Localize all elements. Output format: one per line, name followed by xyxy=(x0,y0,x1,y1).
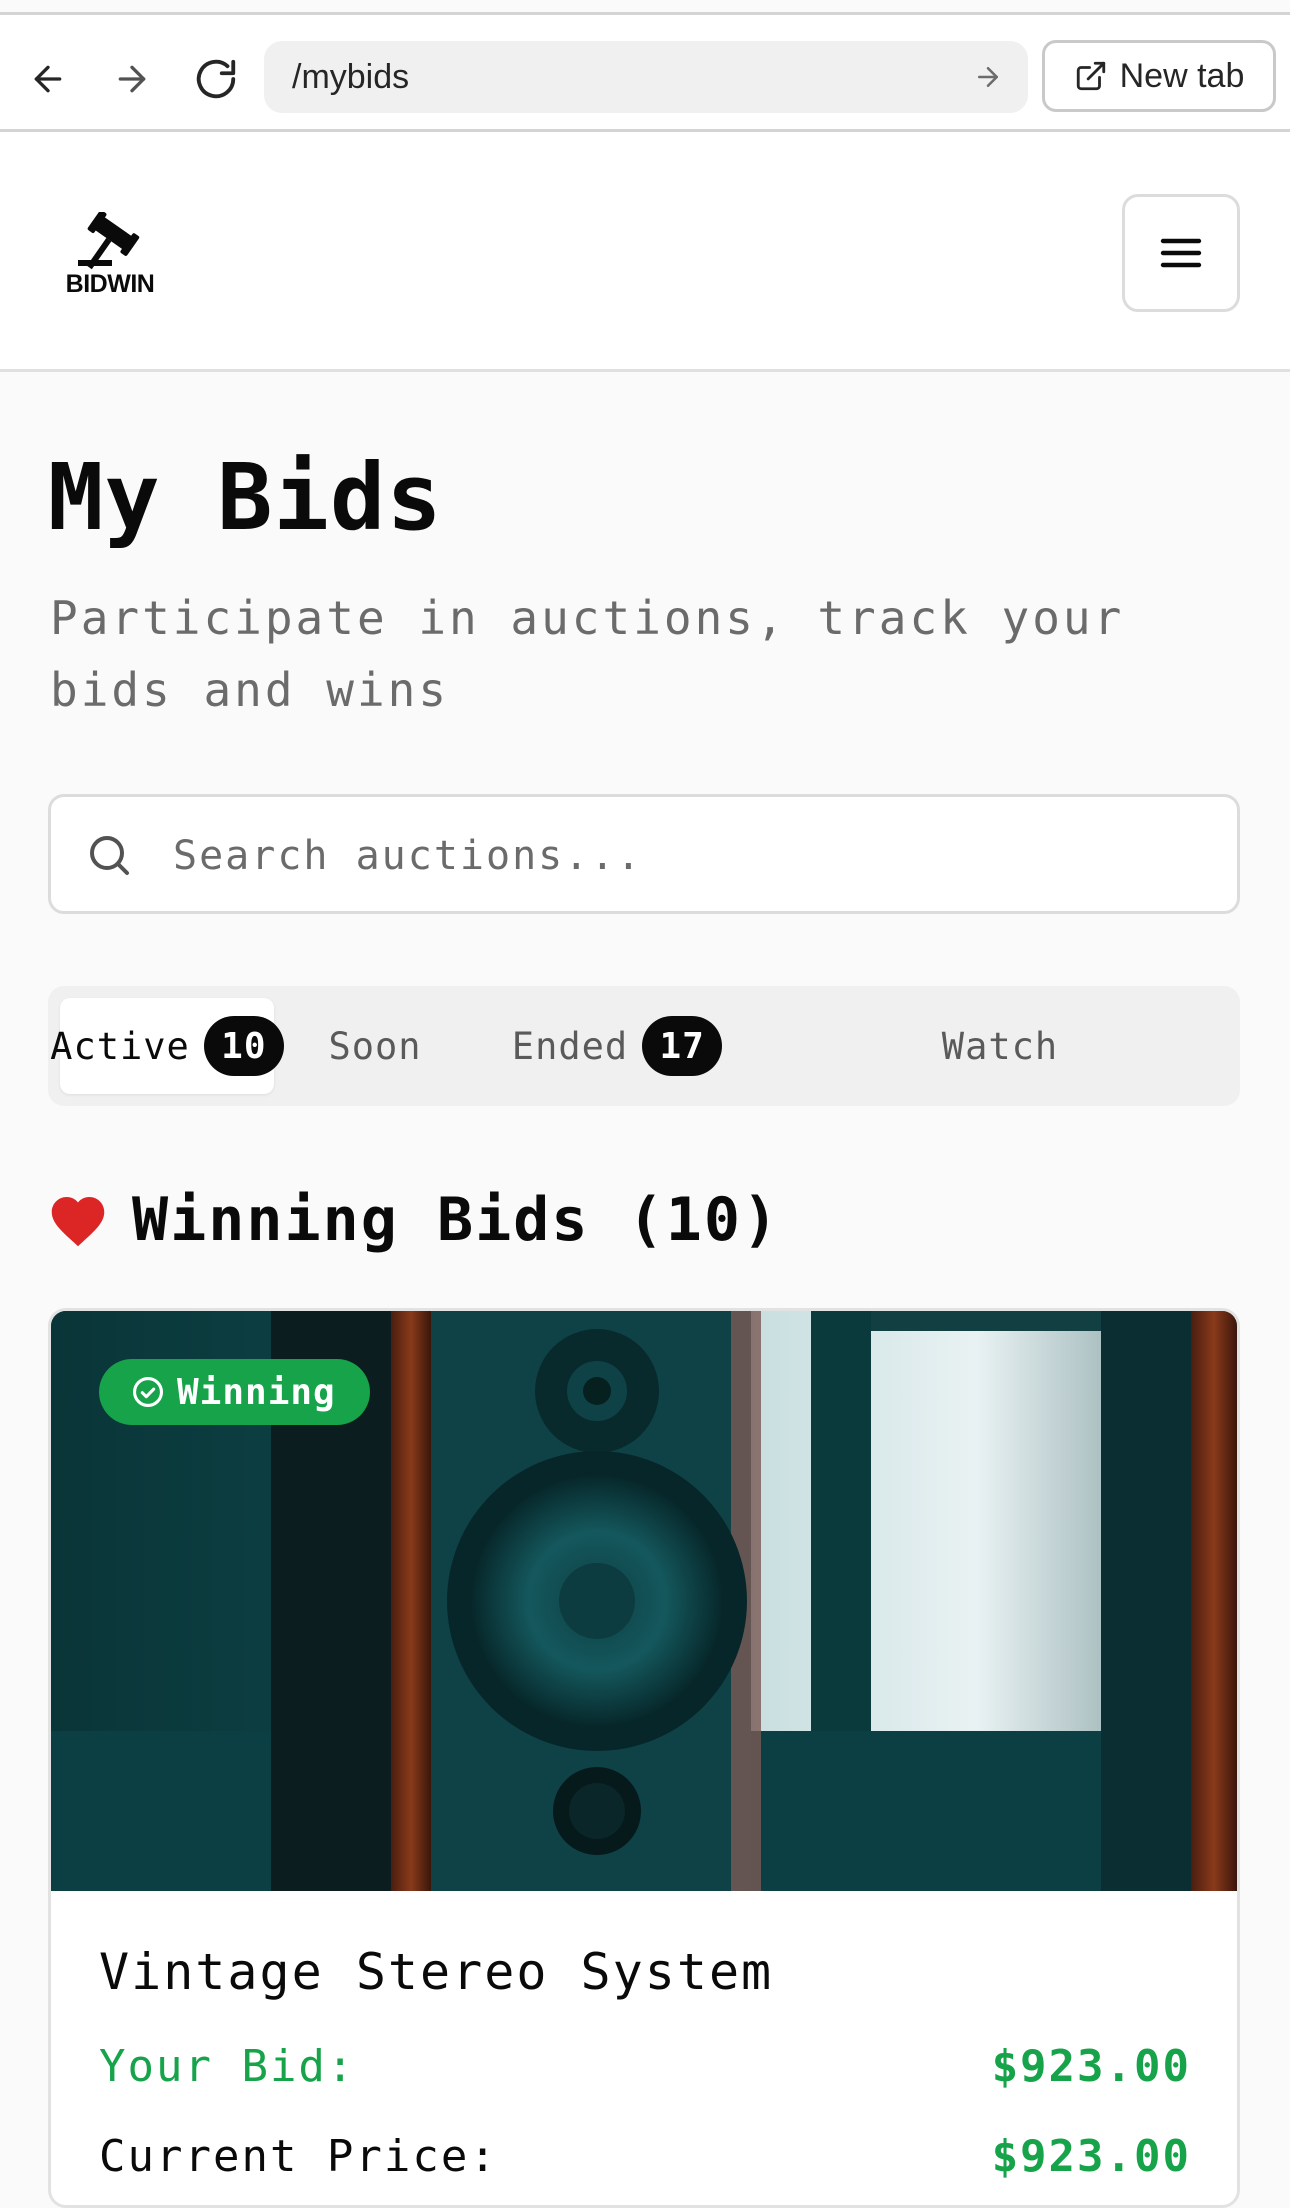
your-bid-label: Your Bid: xyxy=(99,2041,356,2092)
search-input[interactable] xyxy=(171,817,1195,895)
menu-button[interactable] xyxy=(1122,194,1240,312)
search-box xyxy=(48,794,1240,914)
your-bid-row: Your Bid: $923.00 xyxy=(99,2041,1191,2092)
arrow-left-icon xyxy=(34,65,62,93)
tab-active[interactable]: Active 10 xyxy=(50,998,284,1094)
go-button[interactable] xyxy=(968,57,1008,97)
arrow-right-icon xyxy=(978,67,998,87)
site-header: BIDWIN xyxy=(0,132,1290,372)
tab-ended[interactable]: Ended 17 xyxy=(476,998,758,1094)
search-icon xyxy=(90,836,129,875)
new-tab-label: New tab xyxy=(1119,56,1245,95)
check-circle-icon xyxy=(132,1376,164,1408)
auction-title[interactable]: Vintage Stereo System xyxy=(99,1943,773,2001)
current-price-label: Current Price: xyxy=(99,2131,498,2182)
tab-label: Active xyxy=(50,1024,190,1068)
current-price-row: Current Price: $923.00 xyxy=(99,2131,1191,2182)
tab-count-badge: 17 xyxy=(642,1016,723,1076)
address-bar[interactable]: /mybids xyxy=(264,41,1028,113)
forward-button[interactable] xyxy=(102,49,162,109)
address-bar-text: /mybids xyxy=(292,57,410,96)
hamburger-icon xyxy=(1160,238,1202,268)
tab-label: Soon xyxy=(328,1024,422,1068)
status-badge: Winning xyxy=(99,1359,370,1425)
page-subtitle: Participate in auctions, track your bids… xyxy=(50,591,1125,717)
reload-icon xyxy=(196,59,236,99)
tab-count-badge: 10 xyxy=(203,1016,284,1076)
browser-toolbar: /mybids New tab xyxy=(0,12,1290,132)
tab-label: Ended xyxy=(511,1024,629,1068)
section-title: Winning Bids (10) xyxy=(132,1185,781,1255)
current-price-value: $923.00 xyxy=(991,2131,1191,2182)
bid-tabs: Active 10 Soon Ended 17 Watch xyxy=(48,986,1240,1106)
new-tab-button[interactable]: New tab xyxy=(1042,40,1276,112)
tab-soon[interactable]: Soon xyxy=(288,998,462,1094)
section-heading: Winning Bids (10) xyxy=(48,1180,780,1260)
tab-label: Watch xyxy=(941,1024,1059,1068)
auction-image[interactable]: Winning xyxy=(51,1311,1237,1891)
heart-icon xyxy=(51,1197,105,1247)
your-bid-value: $923.00 xyxy=(991,2041,1191,2092)
tab-watch[interactable]: Watch xyxy=(772,998,1228,1094)
bidwin-logo[interactable]: BIDWIN xyxy=(60,210,160,302)
back-button[interactable] xyxy=(18,49,78,109)
logo-text: BIDWIN xyxy=(65,270,155,298)
status-badge-label: Winning xyxy=(177,1371,336,1413)
external-link-icon xyxy=(1076,61,1105,91)
arrow-right-icon xyxy=(118,65,146,93)
auction-card[interactable]: Winning Vintage Stereo System Your Bid: … xyxy=(48,1308,1240,2208)
page-title: My Bids xyxy=(48,444,443,551)
gavel-icon xyxy=(78,210,140,270)
reload-button[interactable] xyxy=(186,49,246,109)
